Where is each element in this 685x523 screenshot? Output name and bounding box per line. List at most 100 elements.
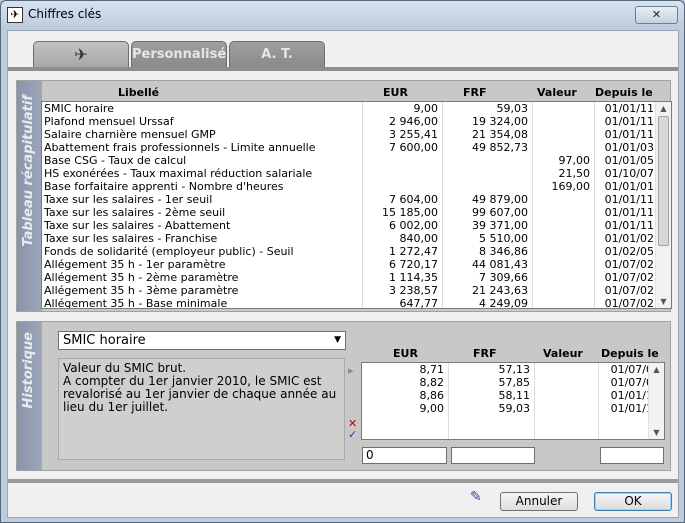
history-row[interactable]: 9,00 59,03 01/01/11 [362,402,664,415]
summary-cell-frf: 5 510,00 [479,232,528,245]
history-grid[interactable]: 8,71 57,13 01/07/08 8,82 57,85 01/07/09 8,86 58… [361,362,665,440]
cancel-button[interactable]: Annuler [500,492,578,511]
summary-row[interactable]: Base CSG - Taux de calcul 97,00 01/01/05 [42,154,671,167]
app-icon: ✈ [7,7,23,23]
history-panel: Historique SMIC horaire ▼ Valeur du SMIC… [16,321,671,471]
scroll-up-icon[interactable]: ▲ [649,363,664,376]
summary-cell-libelle: Base CSG - Taux de calcul [44,154,187,167]
history-select-value: SMIC horaire [63,333,146,348]
history-description: Valeur du SMIC brut. A compter du 1er ja… [58,358,345,460]
scroll-up-icon[interactable]: ▲ [656,102,671,115]
summary-cell-frf: 7 309,66 [479,271,528,284]
summary-cell-depuis: 01/01/02 [604,232,654,245]
summary-row[interactable]: Salaire charnière mensuel GMP 3 255,41 21 … [42,128,671,141]
summary-cell-depuis: 01/01/05 [604,154,654,167]
summary-row[interactable]: Taxe sur les salaires - Abattement 6 002,… [42,219,671,232]
pen-icon[interactable]: ✎ [470,489,482,505]
history-row[interactable]: 8,71 57,13 01/07/08 [362,363,664,376]
summary-cell-libelle: Fonds de solidarité (employeur public) -… [44,245,294,258]
chevron-down-icon[interactable]: ▼ [334,332,341,349]
summary-row[interactable]: Allégement 35 h - 3ème paramètre 3 238,57… [42,284,671,297]
summary-cell-valeur [532,284,590,297]
summary-cell-frf [442,180,528,193]
summary-cell-libelle: Allégement 35 h - 2ème paramètre [44,271,239,284]
history-frf-input[interactable] [451,447,535,464]
summary-row[interactable]: Allégement 35 h - 1er paramètre 6 720,17 4… [42,258,671,271]
summary-cell-libelle: Allégement 35 h - Base minimale [44,297,228,309]
summary-cell-libelle: Plafond mensuel Urssaf [44,115,174,128]
summary-cell-libelle: Abattement frais professionnels - Limite… [44,141,316,154]
summary-cell-libelle: Base forfaitaire apprenti - Nombre d'heu… [44,180,284,193]
summary-cell-valeur [532,245,590,258]
header-libelle: Libellé [118,86,160,99]
history-cell-frf: 58,11 [498,389,531,402]
summary-cell-frf [442,154,528,167]
summary-cell-libelle: Taxe sur les salaires - 1er seuil [44,193,213,206]
summary-cell-frf: 39 371,00 [472,219,528,232]
summary-cell-depuis: 01/07/02 [604,271,654,284]
summary-header: Libellé EUR FRF Valeur Depuis le [43,85,673,100]
history-select[interactable]: SMIC horaire ▼ [58,331,346,350]
history-cell-frf: 57,13 [498,363,531,376]
summary-row[interactable]: Allégement 35 h - 2ème paramètre 1 114,35… [42,271,671,284]
summary-cell-depuis: 01/01/11 [604,102,654,115]
summary-row[interactable]: Base forfaitaire apprenti - Nombre d'heu… [42,180,671,193]
summary-cell-frf: 4 249,09 [479,297,528,309]
summary-cell-frf: 21 243,63 [472,284,528,297]
history-cell-valeur [534,376,594,389]
summary-row[interactable]: Abattement frais professionnels - Limite… [42,141,671,154]
history-row[interactable]: 8,86 58,11 01/01/10 [362,389,664,402]
summary-cell-eur: 7 600,00 [389,141,438,154]
summary-cell-depuis: 01/10/07 [604,167,654,180]
summary-row[interactable]: Taxe sur les salaires - 2ème seuil 15 185… [42,206,671,219]
summary-cell-frf: 19 324,00 [472,115,528,128]
window-title: Chiffres clés [28,7,102,21]
summary-cell-eur: 6 720,17 [389,258,438,271]
history-eur-input[interactable]: 0 [362,447,447,464]
summary-cell-valeur [532,219,590,232]
history-row[interactable]: 8,82 57,85 01/07/09 [362,376,664,389]
summary-row[interactable]: Taxe sur les salaires - Franchise 840,00 5… [42,232,671,245]
summary-cell-libelle: Allégement 35 h - 3ème paramètre [44,284,239,297]
summary-row[interactable]: Plafond mensuel Urssaf 2 946,00 19 324,00 0… [42,115,671,128]
scroll-thumb[interactable] [658,116,669,246]
summary-cell-valeur [532,141,590,154]
summary-cell-libelle: Taxe sur les salaires - Abattement [44,219,231,232]
summary-row[interactable]: Fonds de solidarité (employeur public) -… [42,245,671,258]
summary-cell-depuis: 01/07/02 [604,297,654,309]
summary-cell-eur: 15 185,00 [382,206,438,219]
summary-cell-depuis: 01/01/01 [604,180,654,193]
history-date-input[interactable] [600,447,664,464]
history-scrollbar[interactable]: ▲ ▼ [648,363,664,439]
scroll-down-icon[interactable]: ▼ [649,426,664,439]
history-header: EUR FRF Valeur Depuis le [361,346,661,361]
summary-cell-depuis: 01/01/11 [604,115,654,128]
current-row-icon: ▸ [348,364,354,377]
summary-row[interactable]: Allégement 35 h - Base minimale 647,77 4 2… [42,297,671,309]
summary-cell-libelle: Allégement 35 h - 1er paramètre [44,258,226,271]
tab-at[interactable]: A. T. [229,41,325,67]
history-cell-valeur [534,389,594,402]
summary-grid[interactable]: SMIC horaire 9,00 59,03 01/01/11 Plafond men… [41,101,672,309]
validate-icon[interactable]: ✓ [348,429,357,440]
history-side: Historique [17,322,42,470]
summary-scrollbar[interactable]: ▲ ▼ [655,102,671,308]
summary-row[interactable]: Taxe sur les salaires - 1er seuil 7 604,0… [42,193,671,206]
summary-cell-eur: 7 604,00 [389,193,438,206]
summary-row[interactable]: SMIC horaire 9,00 59,03 01/01/11 [42,102,671,115]
summary-cell-frf: 59,03 [496,102,529,115]
summary-cell-eur: 2 946,00 [389,115,438,128]
summary-row[interactable]: HS exonérées - Taux maximal réduction sa… [42,167,671,180]
header-eur: EUR [383,86,408,99]
summary-cell-eur: 9,00 [413,102,439,115]
ok-button[interactable]: OK [594,492,672,511]
tab-general[interactable]: ✈ [33,41,129,67]
hist-header-depuis: Depuis le [601,347,659,360]
summary-cell-valeur [532,206,590,219]
header-depuis: Depuis le [595,86,653,99]
close-button[interactable]: ✕ [635,6,678,24]
tab-personnalises[interactable]: Personnalisés [131,41,234,67]
summary-cell-frf: 49 852,73 [472,141,528,154]
summary-cell-depuis: 01/02/05 [604,245,654,258]
scroll-down-icon[interactable]: ▼ [656,295,671,308]
